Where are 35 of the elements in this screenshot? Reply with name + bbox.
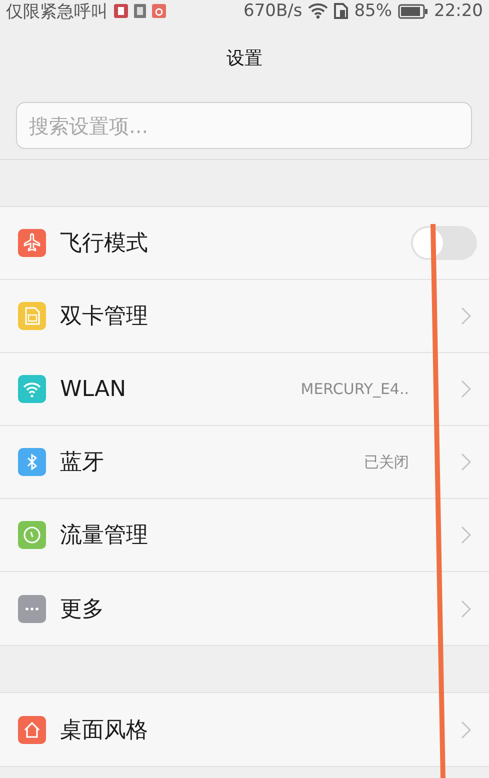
search-field[interactable]: 搜索设置项... <box>16 102 472 149</box>
sim-icon <box>334 3 348 19</box>
setting-label: 桌面风格 <box>60 716 148 744</box>
clock-time: 22:20 <box>434 1 483 21</box>
battery-percent: 85% <box>354 1 392 21</box>
chevron-right-icon[interactable] <box>461 526 471 544</box>
chevron-right-icon[interactable] <box>461 380 471 398</box>
chevron-right-icon[interactable] <box>461 307 471 325</box>
setting-label: 双卡管理 <box>60 303 148 331</box>
chevron-right-icon[interactable] <box>461 453 471 471</box>
cloud-notification-icon <box>152 4 166 18</box>
network-speed: 670B/s <box>244 1 302 21</box>
setting-label: WLAN <box>60 376 126 402</box>
setting-value: MERCURY_E4.. <box>300 380 409 398</box>
home-icon <box>18 716 46 744</box>
setting-value: 已关闭 <box>364 452 409 472</box>
setting-label: 飞行模式 <box>60 230 148 258</box>
wifi-icon <box>308 3 328 19</box>
bluetooth-icon <box>18 448 46 476</box>
battery-icon <box>398 4 428 18</box>
setting-label: 蓝牙 <box>60 449 104 477</box>
more-icon <box>18 594 46 622</box>
chevron-right-icon[interactable] <box>461 600 471 618</box>
page-title: 设置 <box>226 47 262 70</box>
chevron-right-icon[interactable] <box>461 720 471 738</box>
airplane-icon <box>18 229 46 257</box>
wifi-icon <box>18 375 46 403</box>
toggle-switch[interactable] <box>411 226 477 260</box>
app-notification-icon <box>114 4 128 18</box>
sim-card-icon <box>18 302 46 330</box>
storage-notification-icon <box>134 4 146 18</box>
carrier-text: 仅限紧急呼叫 <box>6 0 108 22</box>
setting-label: 流量管理 <box>60 522 148 550</box>
setting-label: 更多 <box>60 596 104 624</box>
gauge-icon <box>18 521 46 549</box>
